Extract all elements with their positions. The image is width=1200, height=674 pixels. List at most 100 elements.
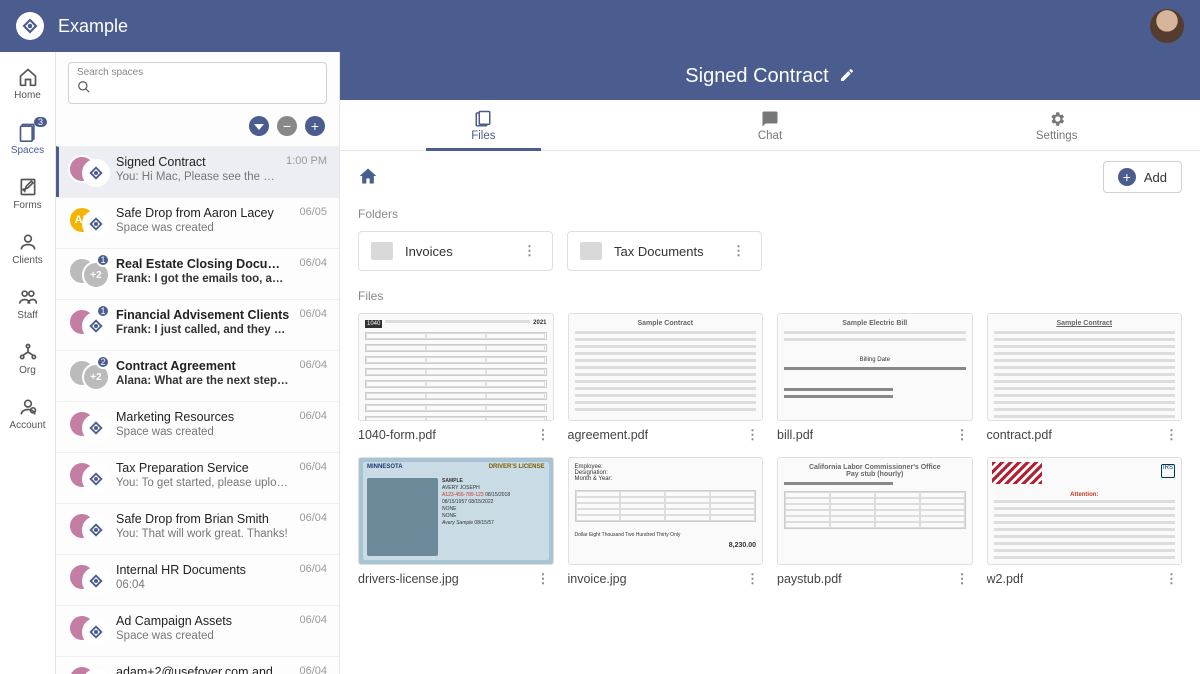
file-card[interactable]: MINNESOTADRIVER'S LICENSESAMPLEAVERY JOS…	[358, 457, 554, 587]
folder-name: Tax Documents	[614, 244, 716, 259]
space-item-subtitle: Frank: I got the emails too, and sign…	[116, 273, 289, 285]
space-item[interactable]: Signed ContractYou: Hi Mac, Please see t…	[56, 146, 339, 197]
space-avatars	[68, 410, 106, 444]
file-thumbnail: IRSAttention:	[987, 457, 1183, 565]
space-item-subtitle: Space was created	[116, 630, 289, 642]
file-name: agreement.pdf	[568, 428, 649, 442]
space-item-title: Marketing Resources	[116, 410, 289, 424]
file-card[interactable]: Sample Electric BillBilling Datebill.pdf…	[777, 313, 973, 443]
folder-more-button[interactable]: ⋮	[728, 243, 749, 259]
search-input[interactable]	[97, 81, 318, 96]
file-more-button[interactable]: ⋮	[533, 427, 554, 443]
folder-item[interactable]: Invoices⋮	[358, 231, 553, 271]
file-more-button[interactable]: ⋮	[952, 571, 973, 587]
space-item-time: 06/04	[299, 461, 327, 495]
file-more-button[interactable]: ⋮	[533, 571, 554, 587]
file-thumbnail: MINNESOTADRIVER'S LICENSESAMPLEAVERY JOS…	[358, 457, 554, 565]
space-avatars	[68, 512, 106, 546]
file-card[interactable]: Sample Contract agreement.pdf ⋮	[568, 313, 764, 443]
tab-settings[interactable]: Settings	[913, 100, 1200, 150]
space-item-time: 1:00 PM	[286, 155, 327, 189]
edit-title-button[interactable]	[839, 67, 855, 86]
app-logo[interactable]	[16, 12, 44, 40]
nav-home[interactable]: Home	[0, 60, 55, 107]
file-more-button[interactable]: ⋮	[742, 571, 763, 587]
add-space-button[interactable]: +	[305, 116, 325, 136]
remove-button[interactable]: −	[277, 116, 297, 136]
space-item-time: 06/04	[299, 359, 327, 393]
collapse-button[interactable]	[249, 116, 269, 136]
spaces-panel: Search spaces − + Signed ContractYou: Hi…	[56, 52, 340, 674]
nav-clients[interactable]: Clients	[0, 225, 55, 272]
space-avatars	[68, 461, 106, 495]
space-item[interactable]: Internal HR Documents06:0406/04	[56, 554, 339, 605]
tab-label: Chat	[758, 130, 782, 142]
folders-section-label: Folders	[358, 207, 1182, 221]
nav-rail: Home 3 Spaces Forms Clients Staff Org Ac…	[0, 52, 56, 674]
nav-label: Clients	[12, 255, 43, 266]
files-section-label: Files	[358, 289, 1182, 303]
file-more-button[interactable]: ⋮	[952, 427, 973, 443]
space-item[interactable]: Ad Campaign AssetsSpace was created06/04	[56, 605, 339, 656]
file-card[interactable]: Sample Contractcontract.pdf⋮	[987, 313, 1183, 443]
space-item[interactable]: +22Contract AgreementAlana: What are the…	[56, 350, 339, 401]
nav-org[interactable]: Org	[0, 335, 55, 382]
space-item[interactable]: +21Real Estate Closing DocumentsFrank: I…	[56, 248, 339, 299]
nav-label: Home	[14, 90, 41, 101]
space-item-time: 06/04	[299, 410, 327, 444]
toolbar: + Add	[340, 151, 1200, 203]
file-card[interactable]: IRSAttention:w2.pdf⋮	[987, 457, 1183, 587]
forms-icon	[17, 176, 39, 198]
main-content: Signed Contract Files Chat Settings + Ad…	[340, 52, 1200, 674]
space-item-subtitle: You: Hi Mac, Please see the contract at…	[116, 171, 276, 183]
file-thumbnail: Sample Contract	[568, 313, 764, 421]
space-item-subtitle: Space was created	[116, 426, 289, 438]
spaces-badge: 3	[34, 117, 47, 127]
nav-spaces[interactable]: 3 Spaces	[0, 115, 55, 162]
space-item[interactable]: adam+2@usefoyer.com and Exampl…You: Hi M…	[56, 656, 339, 674]
search-field[interactable]: Search spaces	[68, 62, 327, 104]
space-item[interactable]: AL Safe Drop from Aaron Lacey Space was cr…	[56, 197, 339, 248]
file-more-button[interactable]: ⋮	[1161, 571, 1182, 587]
file-name: paystub.pdf	[777, 572, 842, 586]
settings-icon	[1048, 110, 1066, 128]
workspace-title: Example	[58, 16, 128, 37]
user-avatar[interactable]	[1150, 9, 1184, 43]
space-item[interactable]: 1Financial Advisement ClientsFrank: I ju…	[56, 299, 339, 350]
space-item-title: Safe Drop from Aaron Lacey	[116, 206, 289, 220]
nav-forms[interactable]: Forms	[0, 170, 55, 217]
space-item[interactable]: Safe Drop from Brian SmithYou: That will…	[56, 503, 339, 554]
file-more-button[interactable]: ⋮	[742, 427, 763, 443]
space-item-subtitle: Frank: I just called, and they said the…	[116, 324, 289, 336]
nav-staff[interactable]: Staff	[0, 280, 55, 327]
add-label: Add	[1144, 170, 1167, 185]
space-item[interactable]: Marketing Resources Space was created 06/0…	[56, 401, 339, 452]
search-icon	[77, 80, 91, 97]
file-card[interactable]: Employee:Designation:Month & Year:Dollar…	[568, 457, 764, 587]
space-item-title: Tax Preparation Service	[116, 461, 289, 475]
tab-files[interactable]: Files	[340, 100, 627, 150]
file-name: invoice.jpg	[568, 572, 627, 586]
space-avatars	[68, 665, 106, 674]
space-item[interactable]: Tax Preparation ServiceYou: To get start…	[56, 452, 339, 503]
space-item-subtitle: Space was created	[116, 222, 289, 234]
file-thumbnail: Sample Contract	[987, 313, 1183, 421]
files-icon	[474, 110, 492, 128]
file-thumbnail: California Labor Commissioner's OfficePa…	[777, 457, 973, 565]
file-card[interactable]: California Labor Commissioner's OfficePa…	[777, 457, 973, 587]
space-avatars: AL	[68, 206, 106, 240]
search-label: Search spaces	[77, 67, 318, 78]
nav-account[interactable]: Account	[0, 390, 55, 437]
file-more-button[interactable]: ⋮	[1161, 427, 1182, 443]
home-icon	[17, 66, 39, 88]
file-card[interactable]: 104020211040-form.pdf⋮	[358, 313, 554, 443]
folder-more-button[interactable]: ⋮	[519, 243, 540, 259]
space-header: Signed Contract	[340, 52, 1200, 100]
folder-item[interactable]: Tax Documents ⋮	[567, 231, 762, 271]
file-name: bill.pdf	[777, 428, 813, 442]
add-button[interactable]: + Add	[1103, 161, 1182, 193]
space-item-subtitle: 06:04	[116, 579, 289, 591]
space-title: Signed Contract	[685, 65, 828, 88]
breadcrumb-home[interactable]	[358, 166, 378, 189]
tab-chat[interactable]: Chat	[627, 100, 914, 150]
